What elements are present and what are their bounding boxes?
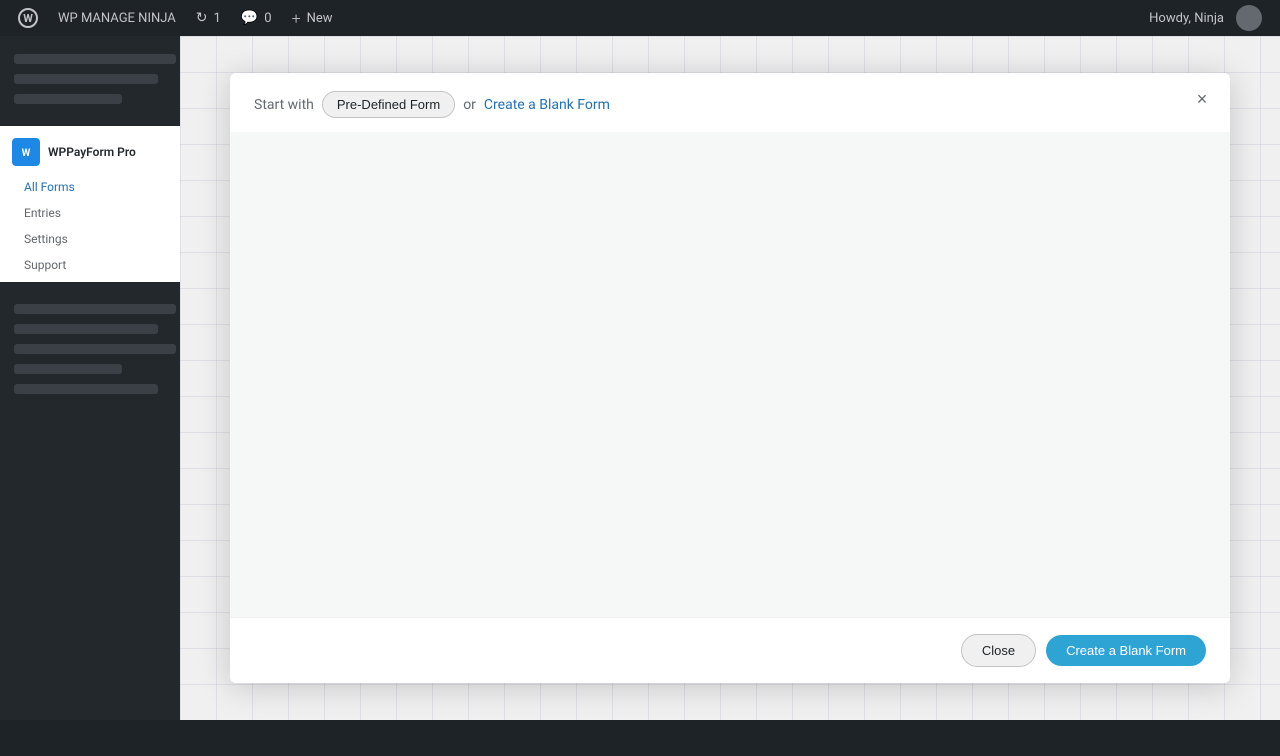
skeleton-line-8 — [14, 384, 158, 394]
sidebar-skeleton-top — [0, 36, 180, 122]
modal-overlay: Start with Pre-Defined Form or Create a … — [180, 36, 1280, 720]
updates-count: 1 — [214, 11, 221, 26]
updates-item[interactable]: ↻ 1 — [186, 0, 231, 36]
sidebar: W WPPayForm Pro All Forms Entries Settin… — [0, 36, 180, 720]
create-blank-form-button[interactable]: Create a Blank Form — [1046, 635, 1206, 666]
skeleton-line-1 — [14, 54, 176, 64]
user-greeting-item[interactable]: Howdy, Ninja — [1139, 0, 1272, 36]
wp-logo-item[interactable]: W — [8, 0, 48, 36]
skeleton-line-6 — [14, 344, 176, 354]
wppaypro-title: WPPayForm Pro — [48, 145, 136, 159]
refresh-icon: ↻ — [196, 10, 208, 26]
svg-text:W: W — [22, 148, 31, 159]
page-wrapper: W WPPayForm Pro All Forms Entries Settin… — [0, 36, 1280, 720]
modal-footer: Close Create a Blank Form — [230, 617, 1230, 683]
wppaypro-header: W WPPayForm Pro — [0, 130, 180, 174]
modal-header: Start with Pre-Defined Form or Create a … — [230, 73, 1230, 132]
user-avatar — [1236, 5, 1262, 31]
skeleton-line-4 — [14, 304, 176, 314]
skeleton-line-3 — [14, 94, 122, 104]
sidebar-item-settings[interactable]: Settings — [0, 226, 180, 252]
new-content-item[interactable]: + New — [282, 0, 343, 36]
predefined-form-tab[interactable]: Pre-Defined Form — [322, 91, 455, 118]
user-greeting-text: Howdy, Ninja — [1149, 11, 1224, 26]
plus-icon: + — [292, 9, 301, 28]
new-label: New — [307, 11, 333, 26]
sidebar-item-support[interactable]: Support — [0, 252, 180, 278]
wppaypro-menu: W WPPayForm Pro All Forms Entries Settin… — [0, 126, 180, 282]
create-blank-form-link[interactable]: Create a Blank Form — [484, 97, 610, 113]
comments-icon: 💬 — [241, 10, 258, 26]
wppaypro-icon: W — [12, 138, 40, 166]
wp-logo-icon: W — [18, 8, 38, 28]
main-content: Start with Pre-Defined Form or Create a … — [180, 36, 1280, 720]
modal-body — [230, 132, 1230, 617]
modal-start-with-text: Start with — [254, 97, 314, 113]
sidebar-item-all-forms[interactable]: All Forms — [0, 174, 180, 200]
site-name-label: WP MANAGE NINJA — [58, 11, 176, 26]
modal-or-text: or — [463, 97, 476, 113]
comments-item[interactable]: 💬 0 — [231, 0, 282, 36]
sidebar-skeleton-bottom — [0, 286, 180, 412]
skeleton-line-2 — [14, 74, 158, 84]
modal-close-button[interactable]: × — [1188, 85, 1216, 113]
close-button[interactable]: Close — [961, 634, 1036, 667]
admin-bar: W WP MANAGE NINJA ↻ 1 💬 0 + New Howdy, N… — [0, 0, 1280, 36]
skeleton-line-7 — [14, 364, 122, 374]
site-name-item[interactable]: WP MANAGE NINJA — [48, 0, 186, 36]
comments-count: 0 — [264, 11, 271, 26]
sidebar-item-entries[interactable]: Entries — [0, 200, 180, 226]
modal-dialog: Start with Pre-Defined Form or Create a … — [230, 73, 1230, 683]
skeleton-line-5 — [14, 324, 158, 334]
